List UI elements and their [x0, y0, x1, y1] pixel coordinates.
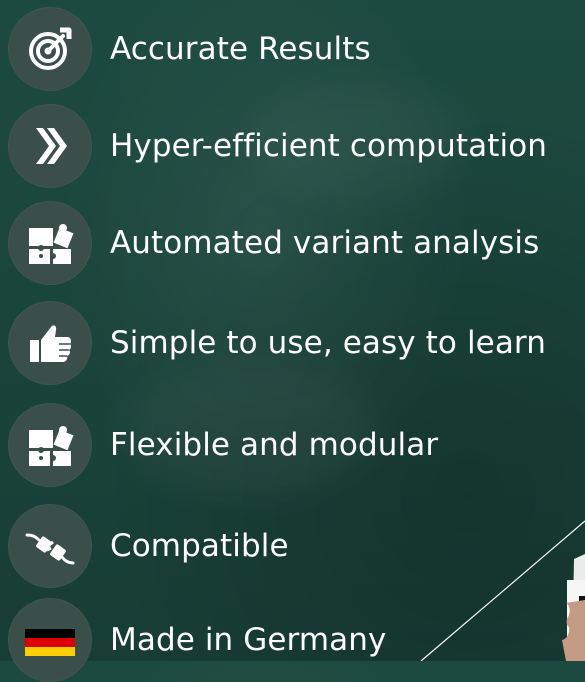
feature-icon-circle — [8, 104, 92, 188]
puzzle-icon — [29, 426, 74, 466]
feature-label: Flexible and modular — [110, 426, 439, 463]
feature-accurate-results: Accurate Results — [8, 7, 585, 91]
double-chevron-right-icon — [36, 128, 67, 164]
feature-icon-circle — [8, 301, 92, 385]
feature-made-in-germany: Made in Germany — [8, 598, 585, 682]
feature-list: Accurate Results Hyper-efficient computa… — [0, 0, 585, 682]
feature-automated-variant-analysis: Automated variant analysis — [8, 201, 585, 285]
feature-label: Made in Germany — [110, 621, 387, 658]
feature-icon-circle — [8, 201, 92, 285]
feature-label: Accurate Results — [110, 30, 371, 67]
puzzle-icon — [29, 224, 74, 264]
feature-label: Hyper-efficient computation — [110, 127, 548, 164]
plug-icon — [25, 533, 75, 565]
feature-icon-circle — [8, 7, 92, 91]
target-icon — [29, 27, 72, 70]
feature-icon-circle — [8, 403, 92, 487]
feature-label: Automated variant analysis — [110, 224, 540, 261]
feature-label: Compatible — [110, 527, 289, 564]
feature-simple-to-use: Simple to use, easy to learn — [8, 301, 585, 385]
germany-flag-icon — [25, 629, 75, 656]
feature-label: Simple to use, easy to learn — [110, 324, 546, 361]
feature-icon-circle — [8, 598, 92, 682]
feature-icon-circle — [8, 504, 92, 588]
feature-hyper-efficient-computation: Hyper-efficient computation — [8, 104, 585, 188]
feature-compatible: Compatible — [8, 504, 585, 588]
feature-flexible-and-modular: Flexible and modular — [8, 403, 585, 487]
thumbs-up-icon — [30, 325, 72, 362]
